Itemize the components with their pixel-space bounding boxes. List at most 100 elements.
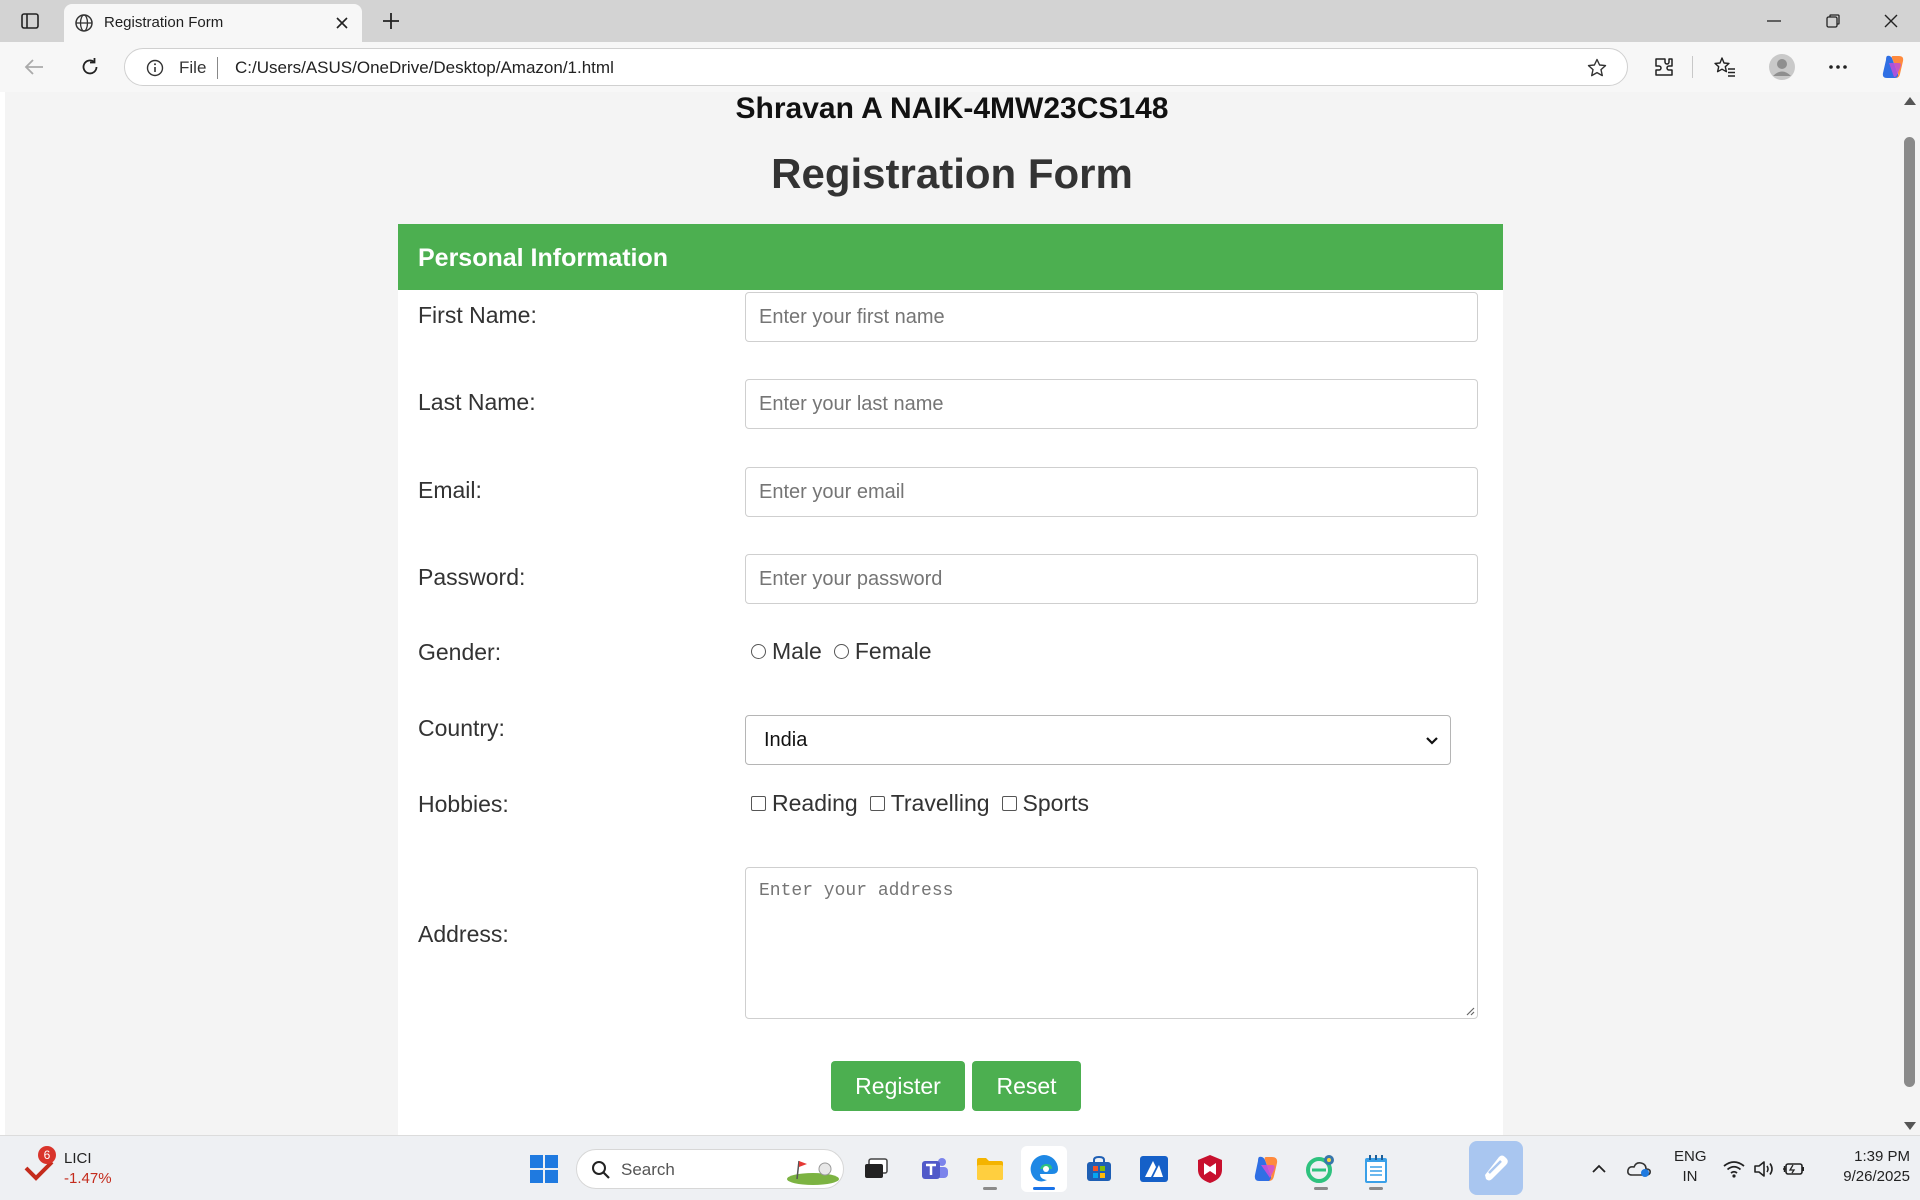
stock-name: LICI (64, 1150, 92, 1167)
address-separator (217, 57, 218, 79)
python-app-icon[interactable] (1298, 1146, 1344, 1192)
address-placeholder: Enter your address (759, 881, 954, 901)
language-indicator[interactable]: ENG IN (1674, 1147, 1707, 1187)
notepad-icon[interactable] (1353, 1146, 1399, 1192)
windows-taskbar: 6 LICI -1.47% Search ENG IN 1:39 PM 9/26… (0, 1135, 1920, 1200)
close-window-button[interactable] (1869, 6, 1913, 36)
hobby-travelling-label[interactable]: Travelling (891, 790, 990, 817)
globe-icon (72, 11, 96, 35)
page-viewport: Shravan A NAIK-4MW23CS148 Registration F… (5, 92, 1899, 1135)
task-view-icon[interactable] (853, 1146, 899, 1192)
close-tab-icon[interactable] (330, 11, 354, 35)
browser-tab[interactable]: Registration Form (64, 4, 362, 42)
more-options-icon[interactable] (1820, 49, 1856, 85)
last-name-input[interactable] (745, 379, 1478, 429)
new-tab-button[interactable] (376, 7, 406, 35)
copilot-button-icon[interactable] (1469, 1141, 1523, 1195)
stock-widget[interactable]: 6 LICI -1.47% (22, 1146, 142, 1192)
onedrive-icon[interactable] (1626, 1156, 1652, 1182)
volume-icon[interactable] (1751, 1156, 1777, 1182)
country-label: Country: (418, 715, 505, 741)
taskbar-search[interactable]: Search (576, 1149, 844, 1189)
address-bar[interactable]: File C:/Users/ASUS/OneDrive/Desktop/Amaz… (124, 48, 1628, 86)
register-button[interactable]: Register (831, 1061, 965, 1111)
extensions-icon[interactable] (1646, 49, 1682, 85)
email-label: Email: (418, 477, 482, 503)
first-name-input[interactable] (745, 292, 1478, 342)
windows-start-icon[interactable] (521, 1146, 567, 1192)
file-explorer-icon[interactable] (967, 1146, 1013, 1192)
gender-female-radio[interactable] (833, 644, 849, 659)
hobby-reading-label[interactable]: Reading (772, 790, 858, 817)
microsoft-store-icon[interactable] (1076, 1146, 1122, 1192)
favorites-icon[interactable] (1707, 49, 1743, 85)
search-icon (589, 1158, 613, 1182)
scroll-down-icon[interactable] (1904, 1122, 1916, 1130)
running-indicator (983, 1187, 997, 1190)
gender-radio-group: Male Female (751, 638, 944, 665)
copilot-app-icon[interactable] (1243, 1146, 1289, 1192)
student-heading: Shravan A NAIK-4MW23CS148 (735, 92, 1169, 125)
address-scheme: File (179, 58, 207, 77)
search-highlight-icon (787, 1160, 839, 1185)
country-select[interactable]: India (745, 715, 1451, 765)
mcafee-icon[interactable] (1187, 1146, 1233, 1192)
section-header: Personal Information (398, 224, 1503, 290)
minimize-button[interactable] (1752, 6, 1796, 36)
tab-actions-icon[interactable] (14, 8, 46, 34)
edge-browser-icon[interactable] (1021, 1146, 1067, 1192)
address-textarea[interactable]: Enter your address (745, 867, 1478, 1019)
hobbies-label: Hobbies: (418, 791, 509, 817)
info-icon[interactable] (145, 58, 165, 78)
chevron-down-icon (1424, 733, 1440, 749)
gender-male-label[interactable]: Male (772, 638, 822, 665)
country-selected-value: India (764, 729, 808, 751)
vertical-scrollbar[interactable] (1899, 92, 1920, 1135)
refresh-button[interactable] (72, 49, 108, 85)
running-indicator (1369, 1187, 1383, 1190)
chevron-up-icon[interactable] (1586, 1156, 1612, 1182)
active-indicator (1033, 1187, 1055, 1190)
registration-form: Personal Information First Name: Last Na… (398, 224, 1503, 1135)
favorite-star-icon[interactable] (1585, 56, 1609, 80)
address-label: Address: (418, 921, 509, 947)
resize-grip-icon[interactable] (1465, 1006, 1475, 1016)
clock[interactable]: 1:39 PM 9/26/2025 (1816, 1147, 1910, 1187)
hobby-reading-checkbox[interactable] (751, 796, 766, 811)
scroll-up-icon[interactable] (1904, 97, 1916, 105)
clock-time: 1:39 PM (1854, 1148, 1910, 1165)
gender-label: Gender: (418, 639, 502, 665)
gender-male-radio[interactable] (751, 644, 766, 659)
notification-badge: 6 (38, 1146, 56, 1164)
wifi-icon[interactable] (1721, 1156, 1747, 1182)
hobbies-checkbox-group: Reading Travelling Sports (751, 790, 1101, 817)
password-label: Password: (418, 564, 526, 590)
last-name-label: Last Name: (418, 389, 536, 415)
teams-icon[interactable] (912, 1146, 958, 1192)
clock-date: 9/26/2025 (1843, 1168, 1910, 1185)
first-name-label: First Name: (418, 302, 537, 328)
hobby-travelling-checkbox[interactable] (869, 796, 885, 811)
running-indicator (1314, 1187, 1328, 1190)
tab-title: Registration Form (104, 14, 224, 31)
back-button[interactable] (16, 49, 52, 85)
region-code: IN (1682, 1168, 1698, 1185)
section-header-text: Personal Information (418, 244, 669, 272)
password-input[interactable] (745, 554, 1478, 604)
hobby-sports-checkbox[interactable] (1001, 796, 1017, 811)
language-code: ENG (1674, 1148, 1707, 1165)
address-url[interactable]: C:/Users/ASUS/OneDrive/Desktop/Amazon/1.… (235, 58, 614, 78)
toolbar-divider (1692, 56, 1693, 78)
azure-app-icon[interactable] (1131, 1146, 1177, 1192)
copilot-icon[interactable] (1875, 49, 1911, 85)
reset-button[interactable]: Reset (972, 1061, 1081, 1111)
battery-icon[interactable] (1781, 1156, 1807, 1182)
scroll-thumb[interactable] (1904, 137, 1915, 1087)
hobby-sports-label[interactable]: Sports (1023, 790, 1089, 817)
email-input[interactable] (745, 467, 1478, 517)
profile-avatar-icon[interactable] (1764, 49, 1800, 85)
restore-button[interactable] (1811, 6, 1855, 36)
page-title: Registration Form (771, 150, 1133, 197)
gender-female-label[interactable]: Female (855, 638, 932, 665)
search-placeholder: Search (621, 1160, 675, 1179)
